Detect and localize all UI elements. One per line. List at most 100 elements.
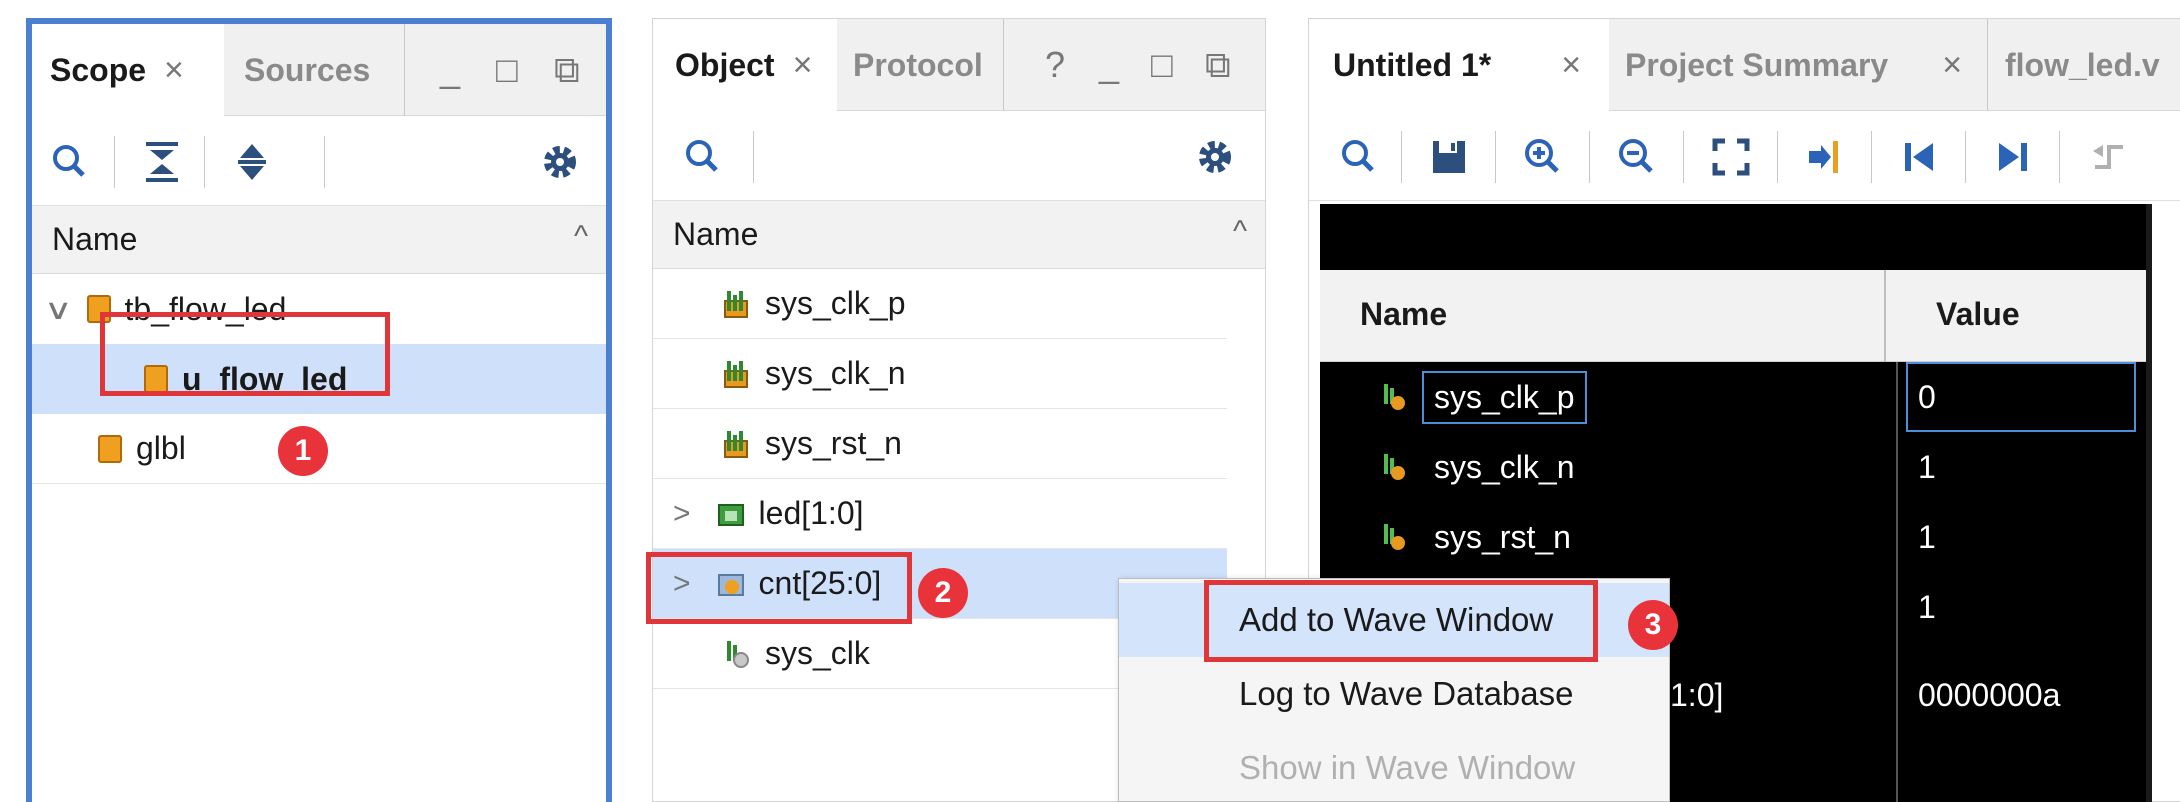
object-row-label: sys_clk_n xyxy=(765,355,906,391)
object-row-label: led[1:0] xyxy=(758,495,864,531)
wave-value-row-4[interactable]: 1 xyxy=(1918,572,1936,642)
scroll-up-icon[interactable]: ^ xyxy=(1233,215,1247,249)
menu-item-show-in-wave-window[interactable]: Show in Wave Window xyxy=(1119,731,1669,802)
input-port-icon xyxy=(723,289,751,319)
object-name-column-header[interactable]: Name xyxy=(653,201,1265,269)
save-icon[interactable] xyxy=(1429,137,1469,177)
scope-toolbar xyxy=(32,116,606,206)
toolbar-separator xyxy=(1683,131,1684,183)
tab-separator xyxy=(1003,19,1004,111)
chevron-right-icon[interactable]: > xyxy=(673,497,691,531)
signal-icon xyxy=(1380,452,1408,482)
close-icon[interactable]: × xyxy=(793,46,813,85)
tab-project-summary[interactable]: Project Summary × xyxy=(1617,19,1969,111)
wave-row-sys-rst-n[interactable]: sys_rst_n xyxy=(1380,502,1880,572)
toolbar-separator xyxy=(324,136,325,188)
tab-object[interactable]: Object × xyxy=(653,19,837,112)
column-divider-dark xyxy=(1896,362,1898,802)
object-row-led[interactable]: > led[1:0] xyxy=(653,479,1227,549)
minimize-icon[interactable]: _ xyxy=(440,24,460,116)
close-icon[interactable]: × xyxy=(164,51,184,90)
chevron-down-icon[interactable]: ∨ xyxy=(44,293,73,326)
close-icon[interactable]: × xyxy=(1942,46,1962,85)
menu-item-log-to-wave-database[interactable]: Log to Wave Database xyxy=(1119,657,1669,731)
object-tab-bar: Object × Protocol ? _ □ ⧉ xyxy=(653,19,1265,112)
wave-value-sys-clk-n[interactable]: 1 xyxy=(1918,432,1936,502)
minimize-icon[interactable]: _ xyxy=(1099,19,1119,111)
tab-untitled-1[interactable]: Untitled 1* × xyxy=(1309,19,1609,112)
search-icon[interactable] xyxy=(683,137,723,177)
toolbar-separator xyxy=(1589,131,1590,183)
zoom-out-icon[interactable] xyxy=(1617,137,1657,177)
wave-value-sys-clk-p[interactable]: 0 xyxy=(1906,362,2136,432)
search-icon[interactable] xyxy=(1339,137,1379,177)
object-row-sys-clk-p[interactable]: sys_clk_p xyxy=(653,269,1227,339)
previous-transition-icon[interactable] xyxy=(2089,137,2129,177)
scroll-up-icon[interactable]: ^ xyxy=(574,220,588,254)
maximize-icon[interactable]: □ xyxy=(496,24,518,116)
tab-untitled-label: Untitled 1* xyxy=(1333,47,1492,83)
input-port-icon xyxy=(723,359,751,389)
signal-icon xyxy=(1380,522,1408,552)
tab-separator xyxy=(1987,19,1988,111)
wave-signal-name: sys_clk_p xyxy=(1422,370,1587,424)
scope-panel: Scope × Sources _ □ ⧉ Name ^ ∨ tb_flow_l… xyxy=(26,18,612,802)
tab-scope[interactable]: Scope × xyxy=(32,24,224,117)
zoom-fit-icon[interactable] xyxy=(1711,137,1751,177)
wave-top-strip xyxy=(1320,204,2146,270)
bus-port-icon xyxy=(717,499,745,529)
wave-row-sys-clk-p[interactable]: sys_clk_p xyxy=(1380,362,1880,432)
object-row-sys-clk-n[interactable]: sys_clk_n xyxy=(653,339,1227,409)
module-icon xyxy=(98,434,122,463)
close-icon[interactable]: × xyxy=(1561,46,1581,85)
wave-value-sys-rst-n[interactable]: 1 xyxy=(1918,502,1936,572)
tab-flow-led-v[interactable]: flow_led.v xyxy=(2005,19,2180,111)
wave-value-bus[interactable]: 0000000a xyxy=(1918,660,2060,730)
tree-item-label: glbl xyxy=(136,430,186,466)
help-icon[interactable]: ? xyxy=(1045,19,1065,111)
collapse-all-icon[interactable] xyxy=(142,140,182,184)
scope-name-column-header[interactable]: Name xyxy=(32,206,606,274)
tab-protocol-label: Protocol xyxy=(853,46,983,83)
tab-protocol[interactable]: Protocol xyxy=(853,19,1001,111)
toolbar-separator xyxy=(204,136,205,188)
object-row-label: sys_clk_p xyxy=(765,285,906,321)
search-icon[interactable] xyxy=(50,142,90,182)
toolbar-separator xyxy=(1495,131,1496,183)
wave-value-column-header[interactable]: Value xyxy=(1936,296,2020,333)
tab-scope-label: Scope xyxy=(50,52,147,88)
toolbar-separator xyxy=(1871,131,1872,183)
input-port-icon xyxy=(723,429,751,459)
tab-object-label: Object xyxy=(675,47,775,83)
float-icon[interactable]: ⧉ xyxy=(1205,19,1231,111)
tab-separator xyxy=(404,24,405,116)
tab-project-summary-label: Project Summary xyxy=(1625,46,1889,83)
tab-sources-label: Sources xyxy=(244,51,371,88)
annotation-box-2 xyxy=(646,552,912,624)
go-to-cursor-icon[interactable] xyxy=(1805,137,1845,177)
gear-icon[interactable] xyxy=(1195,137,1235,177)
menu-item-label: Show in Wave Window xyxy=(1239,749,1576,786)
object-row-sys-rst-n[interactable]: sys_rst_n xyxy=(653,409,1227,479)
annotation-box-3 xyxy=(1204,580,1598,662)
toolbar-separator xyxy=(1965,131,1966,183)
toolbar-separator xyxy=(114,136,115,188)
annotation-box-1 xyxy=(100,312,390,396)
maximize-icon[interactable]: □ xyxy=(1151,19,1173,111)
float-icon[interactable]: ⧉ xyxy=(554,24,580,116)
toolbar-separator xyxy=(2059,131,2060,183)
object-row-label: sys_rst_n xyxy=(765,425,902,461)
scope-tab-bar: Scope × Sources _ □ ⧉ xyxy=(32,24,606,117)
wave-row-bus[interactable]: 1:0] xyxy=(1670,660,1723,730)
gear-icon[interactable] xyxy=(540,142,580,182)
wave-row-sys-clk-n[interactable]: sys_clk_n xyxy=(1380,432,1880,502)
expand-all-icon[interactable] xyxy=(232,140,272,184)
wave-name-column-header[interactable]: Name xyxy=(1360,296,1447,333)
annotation-badge-1: 1 xyxy=(278,426,328,476)
column-divider[interactable] xyxy=(1884,270,1886,362)
tab-sources[interactable]: Sources xyxy=(244,24,414,116)
zoom-in-icon[interactable] xyxy=(1523,137,1563,177)
go-to-start-icon[interactable] xyxy=(1899,137,1939,177)
object-toolbar xyxy=(653,111,1265,201)
go-to-end-icon[interactable] xyxy=(1993,137,2033,177)
